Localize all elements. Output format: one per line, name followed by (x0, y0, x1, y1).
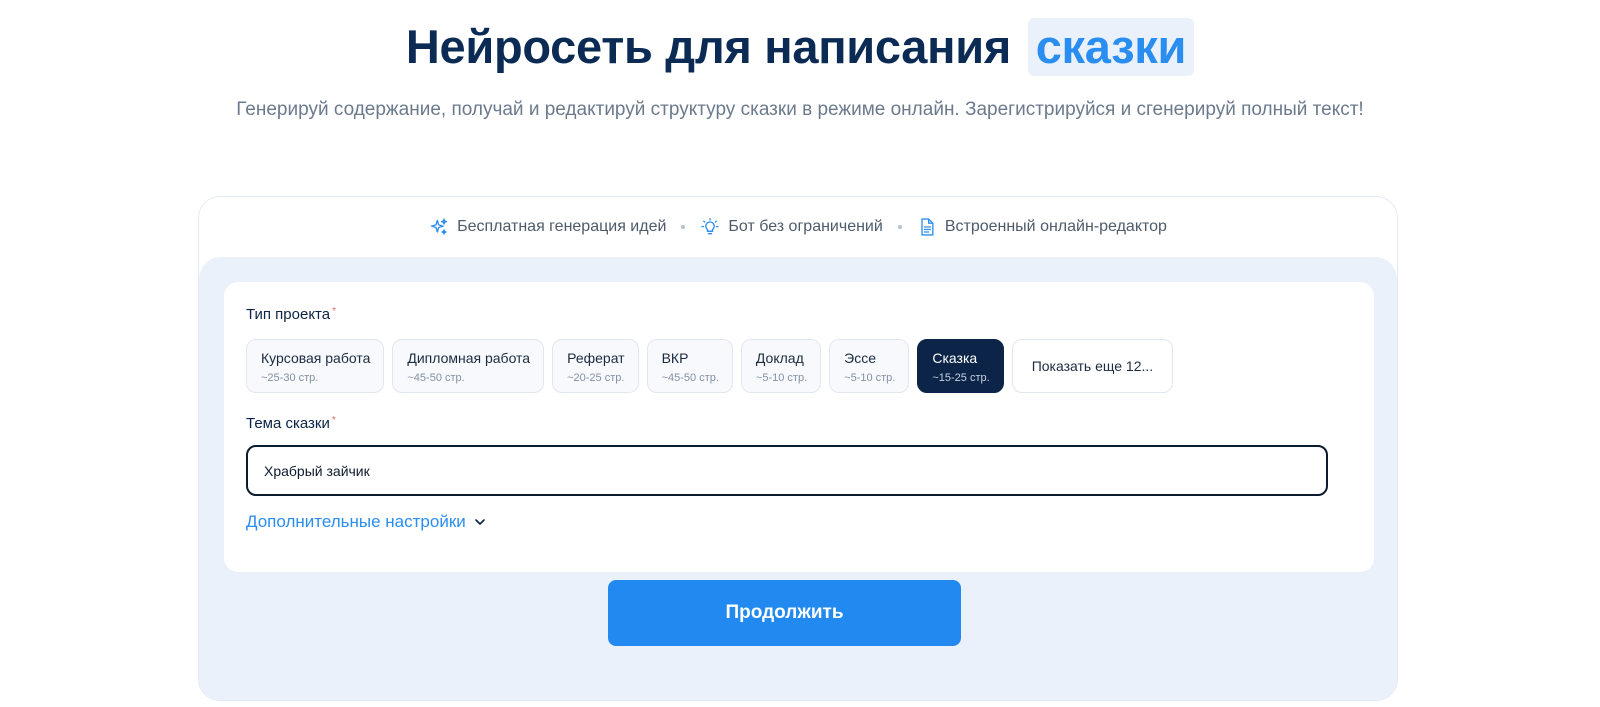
continue-button[interactable]: Продолжить (608, 580, 961, 646)
project-type-name: ВКР (661, 350, 689, 366)
feature-online-editor: Встроенный онлайн-редактор (917, 217, 1167, 237)
page-title: Нейросеть для написания сказки (0, 18, 1600, 76)
feature-label: Встроенный онлайн-редактор (944, 218, 1167, 235)
project-type-pages: ~5-10 стр. (755, 372, 808, 384)
project-type-name: Эссе (844, 350, 876, 366)
project-type-pages: ~5-10 стр. (844, 372, 896, 384)
project-type-name: Дипломная работа (407, 350, 531, 366)
generator-card: Бесплатная генерация идей Бот без ограни… (198, 196, 1398, 701)
page-title-main: Нейросеть для написания (405, 20, 1011, 73)
topic-input[interactable] (246, 445, 1328, 496)
project-type-label: Тип проекта * (246, 306, 336, 323)
project-type-pages: ~20-25 стр. (567, 372, 625, 384)
topic-label: Тема сказки * (246, 415, 336, 432)
project-type-abstract[interactable]: Реферат ~20-25 стр. (552, 339, 639, 393)
project-type-options: Курсовая работа ~25-30 стр. Дипломная ра… (246, 339, 1174, 393)
project-type-pages: ~45-50 стр. (661, 372, 719, 384)
project-type-label-text: Тип проекта (246, 306, 331, 323)
project-type-fairy-tale[interactable]: Сказка ~15-25 стр. (917, 339, 1004, 393)
advanced-settings-toggle[interactable]: Дополнительные настройки (246, 512, 488, 532)
project-type-diploma[interactable]: Дипломная работа ~45-50 стр. (392, 339, 545, 393)
topic-label-text: Тема сказки (246, 415, 330, 432)
lightbulb-icon (701, 218, 720, 235)
project-type-pages: ~45-50 стр. (407, 372, 465, 384)
feature-unlimited-bot: Бот без ограничений (700, 217, 883, 237)
required-mark: * (331, 415, 336, 426)
separator-dot (897, 225, 902, 229)
feature-label: Бесплатная генерация идей (457, 218, 667, 235)
project-type-essay[interactable]: Эссе ~5-10 стр. (829, 339, 910, 393)
project-type-pages: ~25-30 стр. (261, 372, 319, 384)
page-subtitle: Генерируй содержание, получай и редактир… (236, 99, 1364, 120)
separator-dot (681, 225, 686, 229)
project-type-report[interactable]: Доклад ~5-10 стр. (740, 339, 822, 393)
project-type-name: Сказка (932, 350, 978, 366)
project-type-vkr[interactable]: ВКР ~45-50 стр. (646, 339, 733, 393)
show-more-types-button[interactable]: Показать еще 12... (1011, 339, 1174, 393)
feature-free-ideas: Бесплатная генерация идей (429, 217, 666, 237)
project-type-pages: ~15-25 стр. (932, 372, 990, 384)
feature-label: Бот без ограничений (728, 218, 883, 235)
features-bar: Бесплатная генерация идей Бот без ограни… (199, 197, 1397, 257)
project-type-name: Курсовая работа (261, 350, 371, 366)
advanced-settings-label: Дополнительные настройки (246, 512, 466, 531)
page-title-highlight: сказки (1027, 18, 1195, 76)
sparkles-icon (430, 218, 448, 235)
document-icon (921, 218, 934, 236)
project-type-name: Доклад (755, 350, 804, 366)
project-type-name: Реферат (567, 350, 625, 366)
chevron-down-icon (474, 519, 485, 525)
project-type-coursework[interactable]: Курсовая работа ~25-30 стр. (246, 339, 385, 393)
project-form: Тип проекта * Курсовая работа ~25-30 стр.… (224, 282, 1374, 572)
required-mark: * (332, 306, 337, 317)
